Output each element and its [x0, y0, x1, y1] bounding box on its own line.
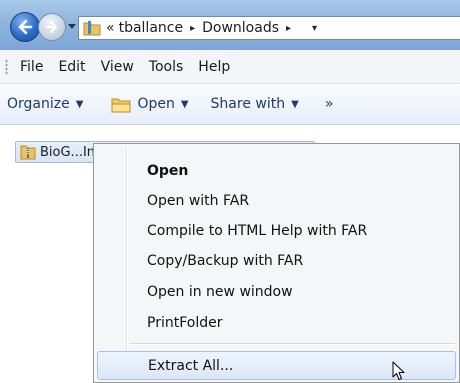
- title-bar: « tballance ▸ Downloads ▸ ▾: [0, 0, 460, 50]
- menu-item-compile-html-help[interactable]: Compile to HTML Help with FAR: [97, 216, 456, 245]
- back-button[interactable]: [10, 12, 40, 42]
- menu-view[interactable]: View: [101, 59, 134, 75]
- forward-button[interactable]: [38, 13, 66, 41]
- menu-item-open-with-far[interactable]: Open with FAR: [97, 186, 456, 215]
- menu-item-open-new-window[interactable]: Open in new window: [97, 277, 456, 306]
- menu-item-open[interactable]: Open: [97, 156, 456, 185]
- menu-item-label: Open: [147, 162, 189, 179]
- share-with-label: Share with: [210, 96, 286, 112]
- chevron-down-icon: ▼: [75, 98, 84, 110]
- menu-tools[interactable]: Tools: [149, 59, 184, 75]
- menu-item-label: PrintFolder: [147, 314, 223, 331]
- breadcrumb-separator[interactable]: ▸: [286, 23, 291, 34]
- open-button[interactable]: Open ▼: [111, 96, 189, 113]
- menu-item-label: Compile to HTML Help with FAR: [147, 222, 368, 239]
- recent-pages-dropdown[interactable]: [68, 22, 76, 32]
- organize-button[interactable]: Organize ▼: [7, 96, 83, 112]
- back-arrow-icon: [18, 19, 33, 35]
- breadcrumb-downloads[interactable]: Downloads: [202, 20, 279, 36]
- menu-help[interactable]: Help: [198, 59, 230, 75]
- share-with-button[interactable]: Share with ▼: [211, 96, 299, 112]
- breadcrumb-tballance[interactable]: tballance: [119, 20, 184, 36]
- menu-bar: File Edit View Tools Help: [0, 50, 460, 84]
- menu-item-printfolder[interactable]: PrintFolder: [97, 308, 456, 337]
- menu-separator: [130, 343, 455, 345]
- chevron-down-icon: ▼: [180, 98, 189, 110]
- zip-folder-icon: [20, 145, 36, 160]
- folder-icon: [83, 21, 101, 36]
- chevron-down-icon: ▼: [291, 98, 299, 110]
- menu-item-copy-backup[interactable]: Copy/Backup with FAR: [97, 246, 456, 275]
- organize-label: Organize: [7, 96, 70, 112]
- menu-item-label: Open in new window: [147, 283, 293, 300]
- menu-edit[interactable]: Edit: [58, 59, 85, 75]
- address-bar[interactable]: « tballance ▸ Downloads ▸ ▾: [78, 16, 460, 40]
- breadcrumb-separator[interactable]: ▸: [190, 23, 195, 34]
- folder-icon: [111, 98, 131, 112]
- breadcrumb-overflow[interactable]: «: [106, 20, 115, 36]
- more-commands-button[interactable]: »: [325, 96, 334, 112]
- menu-file[interactable]: File: [20, 59, 43, 75]
- open-label: Open: [137, 96, 175, 112]
- mouse-cursor-icon: [392, 361, 405, 380]
- menu-grip: [5, 58, 8, 75]
- address-dropdown[interactable]: ▾: [312, 23, 317, 34]
- menu-item-label: Open with FAR: [147, 192, 250, 209]
- context-menu: Open Open with FAR Compile to HTML Help …: [93, 143, 460, 383]
- menu-item-label: Copy/Backup with FAR: [147, 252, 304, 269]
- command-bar: Organize ▼ Open ▼ Share with ▼ »: [0, 84, 460, 125]
- forward-arrow-icon: [45, 20, 58, 34]
- menu-item-label: Extract All...: [148, 357, 234, 374]
- chevron-down-icon: [68, 24, 76, 29]
